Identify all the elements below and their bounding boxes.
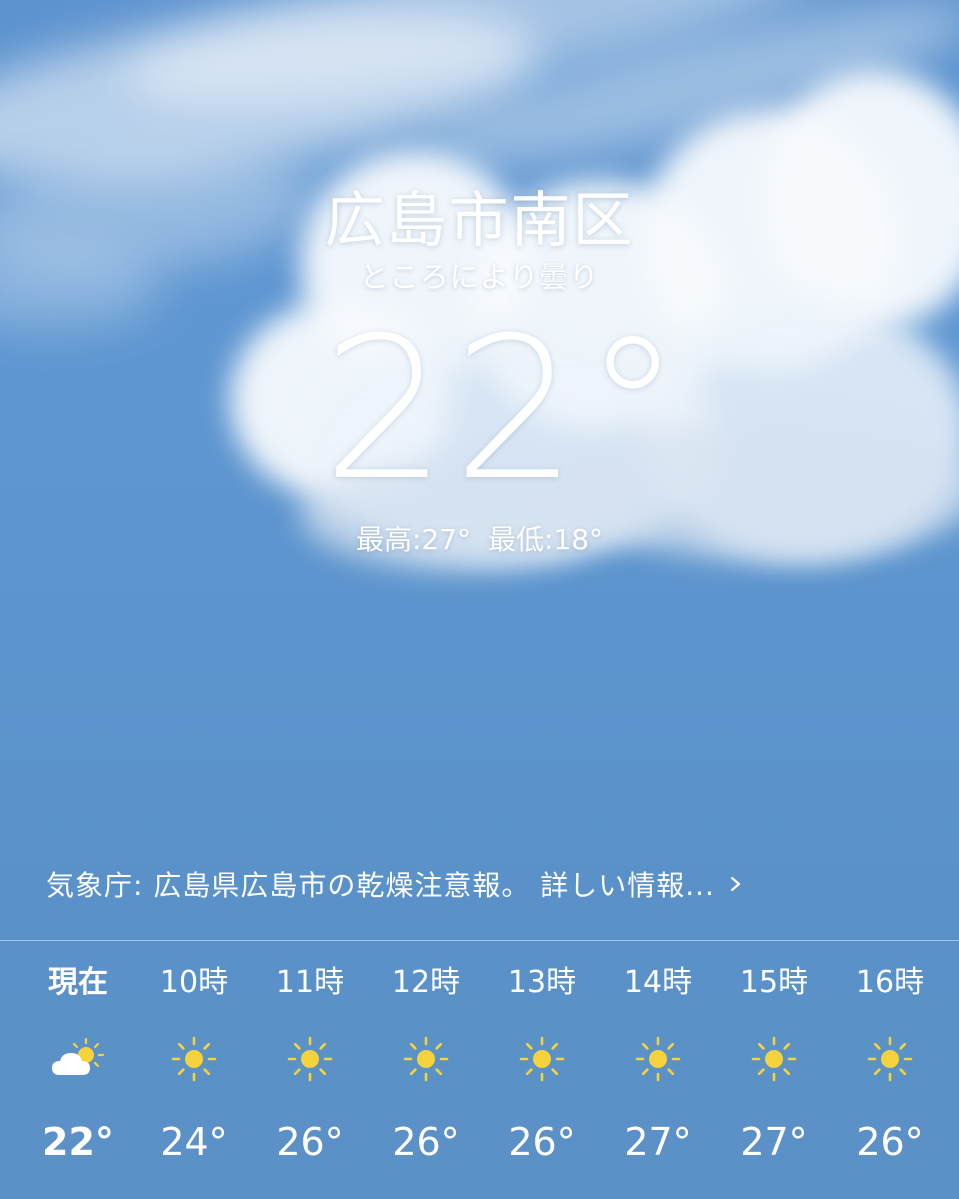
- hour-temp-label: 26°: [856, 1120, 924, 1164]
- hourly-item: 現在 22°: [20, 955, 136, 1177]
- hour-time-label: 15時: [739, 965, 809, 1000]
- high-low-temps: 最高:27° 最低:18°: [0, 518, 959, 558]
- hour-time-label: 12時: [391, 965, 461, 1000]
- sun-icon: [170, 1011, 218, 1107]
- hour-time-label: 10時: [159, 965, 229, 1000]
- hour-time-label: 14時: [623, 965, 693, 1000]
- hour-temp-label: 27°: [740, 1120, 808, 1164]
- hourly-item: 12時 26°: [368, 955, 484, 1177]
- sun-icon: [634, 1011, 682, 1107]
- location-title: 広島市南区: [324, 186, 635, 256]
- hour-temp-label: 26°: [276, 1120, 344, 1164]
- hourly-item: 13時 26°: [484, 955, 600, 1177]
- hourly-item: 14時 27°: [600, 955, 716, 1177]
- sun-icon: [750, 1011, 798, 1107]
- hourly-item: 15時 27°: [716, 955, 832, 1177]
- alert-text: 気象庁: 広島県広島市の乾燥注意報。 詳しい情報...: [46, 869, 715, 902]
- hourly-item: 10時 24°: [136, 955, 252, 1177]
- weather-alert-link[interactable]: 気象庁: 広島県広島市の乾燥注意報。 詳しい情報...: [46, 864, 926, 904]
- hourly-forecast[interactable]: 現在 22° 10時 24° 11時 26° 12時 26° 13時 26° 1…: [20, 955, 948, 1177]
- hour-time-label: 13時: [507, 965, 577, 1000]
- sun-icon: [402, 1011, 450, 1107]
- divider: [0, 940, 959, 941]
- sun-icon: [518, 1011, 566, 1107]
- hour-time-label: 16時: [855, 965, 925, 1000]
- low-temp: 最低:18°: [487, 523, 604, 556]
- hour-temp-label: 24°: [160, 1120, 228, 1164]
- partly-cloudy-icon: [48, 1011, 108, 1107]
- hour-temp-label: 22°: [42, 1120, 114, 1164]
- hour-temp-label: 26°: [508, 1120, 576, 1164]
- hourly-item: 11時 26°: [252, 955, 368, 1177]
- current-temperature: 22°: [322, 296, 688, 524]
- hour-time-label: 11時: [275, 965, 345, 1000]
- hourly-item: 16時 26°: [832, 955, 948, 1177]
- sun-icon: [286, 1011, 334, 1107]
- high-temp: 最高:27°: [355, 523, 472, 556]
- chevron-right-icon: [730, 877, 741, 891]
- condition-label: ところにより曇り: [359, 260, 600, 294]
- sun-icon: [866, 1011, 914, 1107]
- hour-temp-label: 26°: [392, 1120, 460, 1164]
- hour-temp-label: 27°: [624, 1120, 692, 1164]
- hour-time-label: 現在: [48, 965, 108, 1000]
